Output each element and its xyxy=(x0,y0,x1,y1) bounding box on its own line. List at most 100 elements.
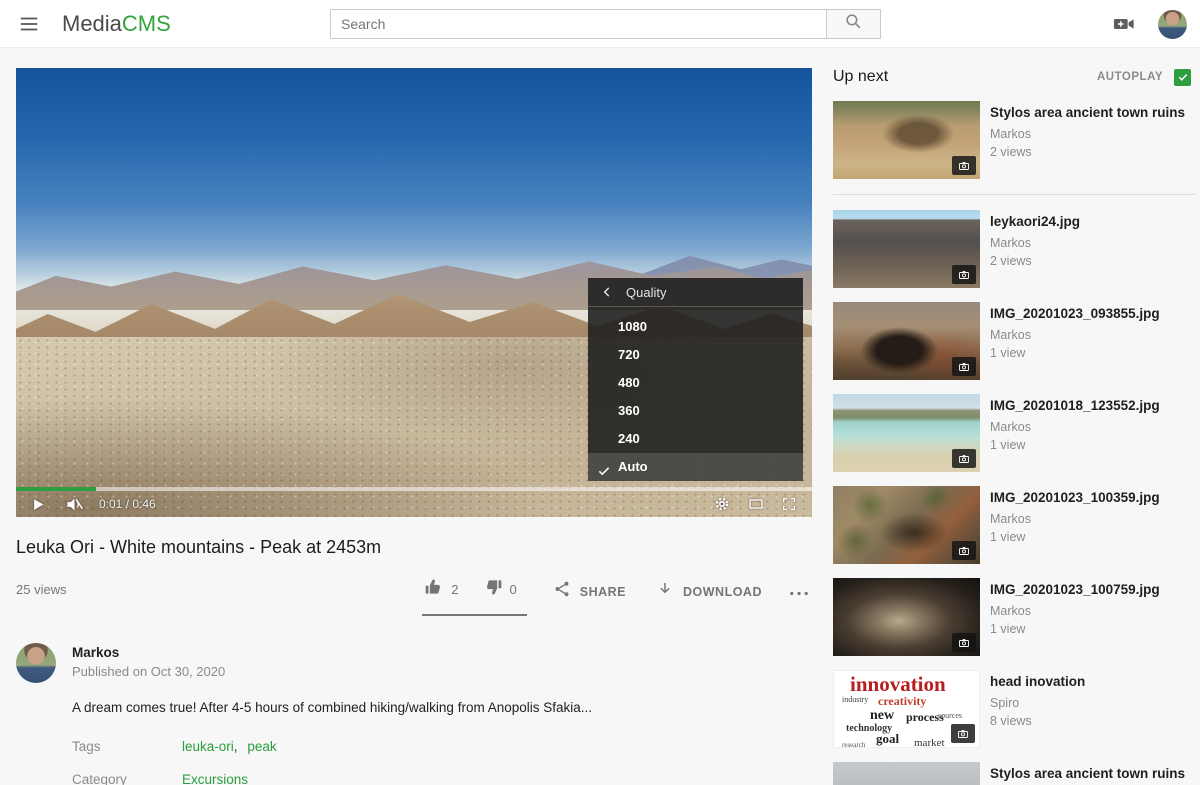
settings-gear-icon[interactable] xyxy=(714,496,730,512)
up-next-item[interactable]: innovation industry creativity new proce… xyxy=(833,670,1196,748)
autoplay-checkbox[interactable] xyxy=(1174,69,1191,86)
autoplay-label: AUTOPLAY xyxy=(1097,71,1163,83)
main-column: Quality 1080 720 480 360 240 Auto xyxy=(16,68,812,785)
up-next-item[interactable]: IMG_20201023_100759.jpg Markos 1 view xyxy=(833,578,1196,656)
controls-right xyxy=(714,496,812,512)
tags-values: leuka-ori, peak xyxy=(182,739,277,754)
more-options-button[interactable] xyxy=(788,577,810,603)
category-link[interactable]: Excursions xyxy=(182,772,248,785)
image-type-badge xyxy=(951,724,975,743)
item-title: Stylos area ancient town ruins xyxy=(990,765,1185,782)
quality-option-360[interactable]: 360 xyxy=(588,397,803,425)
search-button[interactable] xyxy=(827,9,881,39)
wordcloud-word: industry xyxy=(842,695,868,704)
image-type-badge xyxy=(952,357,976,376)
check-icon xyxy=(597,460,611,474)
quality-option-240[interactable]: 240 xyxy=(588,425,803,453)
quality-option-1080[interactable]: 1080 xyxy=(588,313,803,341)
published-date: Published on Oct 30, 2020 xyxy=(72,664,225,679)
thumbs-down-icon xyxy=(483,577,503,602)
quality-menu-back[interactable]: Quality xyxy=(588,278,803,307)
image-type-badge xyxy=(952,156,976,175)
item-author: Spiro xyxy=(990,696,1085,710)
author-name[interactable]: Markos xyxy=(72,645,225,660)
up-next-item[interactable]: IMG_20201018_123552.jpg Markos 1 view xyxy=(833,394,1196,472)
thumbnail-stylos-ruins xyxy=(833,101,980,179)
image-type-badge xyxy=(952,265,976,284)
thumbnail-innovation-wordcloud: innovation industry creativity new proce… xyxy=(833,670,980,748)
item-info: IMG_20201023_100359.jpg Markos 1 view xyxy=(990,486,1160,564)
quality-option-auto[interactable]: Auto xyxy=(588,453,803,481)
wordcloud-word: new xyxy=(870,708,894,724)
camera-icon xyxy=(957,361,971,373)
up-next-item[interactable]: IMG_20201023_093855.jpg Markos 1 view xyxy=(833,302,1196,380)
share-button[interactable]: SHARE xyxy=(553,577,626,603)
quality-menu-title: Quality xyxy=(626,285,666,300)
share-icon xyxy=(553,580,571,603)
item-author: Markos xyxy=(990,420,1160,434)
thumbnail-rocky-cliff xyxy=(833,486,980,564)
tag-link-leuka-ori[interactable]: leuka-ori xyxy=(182,739,234,754)
up-next-item[interactable]: Stylos area ancient town ruins Markos 2 … xyxy=(833,101,1196,195)
item-views: 2 views xyxy=(990,254,1080,268)
item-title: IMG_20201018_123552.jpg xyxy=(990,397,1160,414)
up-next-item[interactable]: leykaori24.jpg Markos 2 views xyxy=(833,210,1196,288)
logo-cms: CMS xyxy=(122,11,171,36)
media-description: A dream comes true! After 4-5 hours of c… xyxy=(72,700,812,715)
sidebar-header: Up next AUTOPLAY xyxy=(833,68,1196,86)
camera-icon xyxy=(956,728,970,740)
wordcloud-word: goal xyxy=(876,731,899,747)
item-info: head inovation Spiro 8 views xyxy=(990,670,1085,748)
like-button[interactable]: 2 xyxy=(424,577,458,602)
thumbnail-leykaori24 xyxy=(833,210,980,288)
mute-button[interactable] xyxy=(65,495,84,514)
user-avatar[interactable] xyxy=(1158,10,1187,39)
item-views: 2 views xyxy=(990,145,1185,159)
upload-media-button[interactable] xyxy=(1112,13,1136,35)
search-input[interactable] xyxy=(330,9,827,39)
item-title: Stylos area ancient town ruins xyxy=(990,104,1185,121)
tag-separator: , xyxy=(234,739,238,754)
download-label: DOWNLOAD xyxy=(683,585,762,599)
camera-icon xyxy=(957,637,971,649)
tag-link-peak[interactable]: peak xyxy=(247,739,276,754)
fullscreen-icon[interactable] xyxy=(781,496,797,512)
item-title: IMG_20201023_093855.jpg xyxy=(990,305,1160,322)
chevron-left-icon xyxy=(600,285,614,299)
item-author: Markos xyxy=(990,236,1080,250)
image-type-badge xyxy=(952,449,976,468)
quality-menu: Quality 1080 720 480 360 240 Auto xyxy=(588,278,803,481)
theater-mode-icon[interactable] xyxy=(747,496,765,512)
action-bar: 2 0 SHARE xyxy=(422,573,812,616)
thumbnail-misty-mountains xyxy=(833,762,980,785)
item-views: 1 view xyxy=(990,438,1160,452)
category-row: Category Excursions xyxy=(72,772,812,785)
thumbnail-beach-lagoon xyxy=(833,394,980,472)
author-avatar[interactable] xyxy=(16,643,56,683)
item-views: 8 views xyxy=(990,714,1085,728)
quality-option-480[interactable]: 480 xyxy=(588,369,803,397)
up-next-title: Up next xyxy=(833,68,888,86)
up-next-item[interactable]: Stylos area ancient town ruins xyxy=(833,762,1196,785)
quality-option-720[interactable]: 720 xyxy=(588,341,803,369)
video-camera-plus-icon xyxy=(1112,22,1136,39)
up-next-item[interactable]: IMG_20201023_100359.jpg Markos 1 view xyxy=(833,486,1196,564)
download-button[interactable]: DOWNLOAD xyxy=(656,577,762,603)
logo[interactable]: MediaCMS xyxy=(62,11,171,37)
play-button[interactable] xyxy=(31,497,46,512)
dislike-count: 0 xyxy=(510,582,517,597)
video-player[interactable]: Quality 1080 720 480 360 240 Auto xyxy=(16,68,812,517)
wordcloud-word: research xyxy=(842,741,865,748)
hamburger-menu-icon[interactable] xyxy=(18,13,40,35)
ellipsis-icon xyxy=(788,585,810,602)
camera-icon xyxy=(957,269,971,281)
download-arrow-icon xyxy=(656,580,674,603)
search-bar xyxy=(330,9,881,39)
up-next-sidebar: Up next AUTOPLAY Stylos area ancient tow… xyxy=(833,68,1196,785)
item-info: Stylos area ancient town ruins xyxy=(990,762,1185,785)
top-bar: MediaCMS xyxy=(0,0,1200,48)
dislike-button[interactable]: 0 xyxy=(483,577,517,602)
item-author: Markos xyxy=(990,512,1160,526)
wordcloud-word: creativity xyxy=(878,694,926,709)
item-author: Markos xyxy=(990,127,1185,141)
